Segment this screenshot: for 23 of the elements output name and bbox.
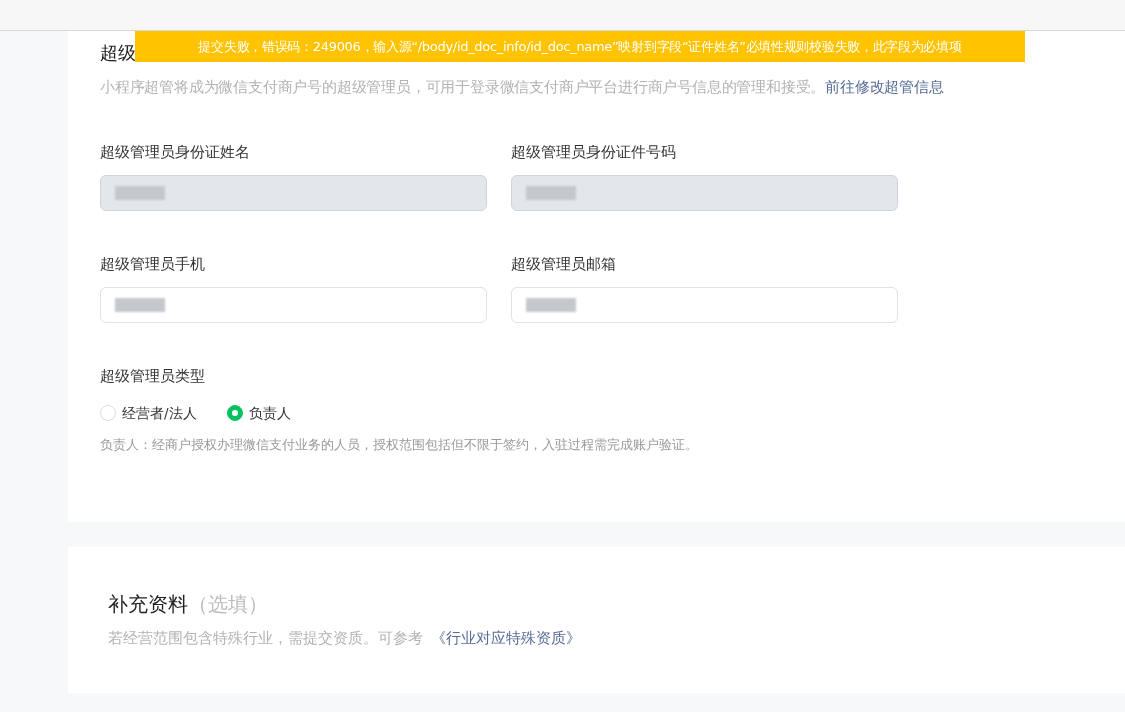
field-label: 超级管理员身份证姓名 [100,141,251,163]
radio-label[interactable]: 经营者/法人 [122,402,197,423]
blurred-value [115,297,165,312]
section-description: 小程序超管将成为微信支付商户号的超级管理员，可用于登录微信支付商户平台进行商户号信息的管理和接受。 [100,79,826,95]
field-label: 超级管理员邮箱 [511,253,617,275]
section-description: 若经营范围包含特殊行业，需提交资质。可参考 [108,629,423,647]
input-field[interactable] [100,286,487,323]
error-toast: 提交失败，错误码：249006，输入源“/body/id_doc_info/id_doc_name”映射到字段“证件姓名”必填性规则校验失败，此字段为必填项 [135,31,1025,62]
radio-button[interactable] [226,404,243,421]
blurred-value [526,185,576,200]
edit-admin-link[interactable]: 前往修改超管信息 [825,79,944,95]
blurred-value [115,185,165,200]
section-title: 超级 [100,41,136,65]
input-field[interactable] [511,286,898,323]
qualification-link[interactable]: 《行业对应特殊资质》 [431,629,581,647]
field-label: 超级管理员类型 [100,365,206,387]
blurred-value [526,297,576,312]
radio-label[interactable]: 负责人 [248,402,291,423]
field-label: 超级管理员身份证件号码 [511,141,677,163]
field-label: 超级管理员手机 [100,253,206,275]
section-title: 补充资料 [108,592,188,616]
type-note: 负责人：经商户授权办理微信支付业务的人员，授权范围包括但不限于签约，入驻过程需完成账户验证。 [100,436,699,454]
optional-note: （选填） [188,592,268,616]
